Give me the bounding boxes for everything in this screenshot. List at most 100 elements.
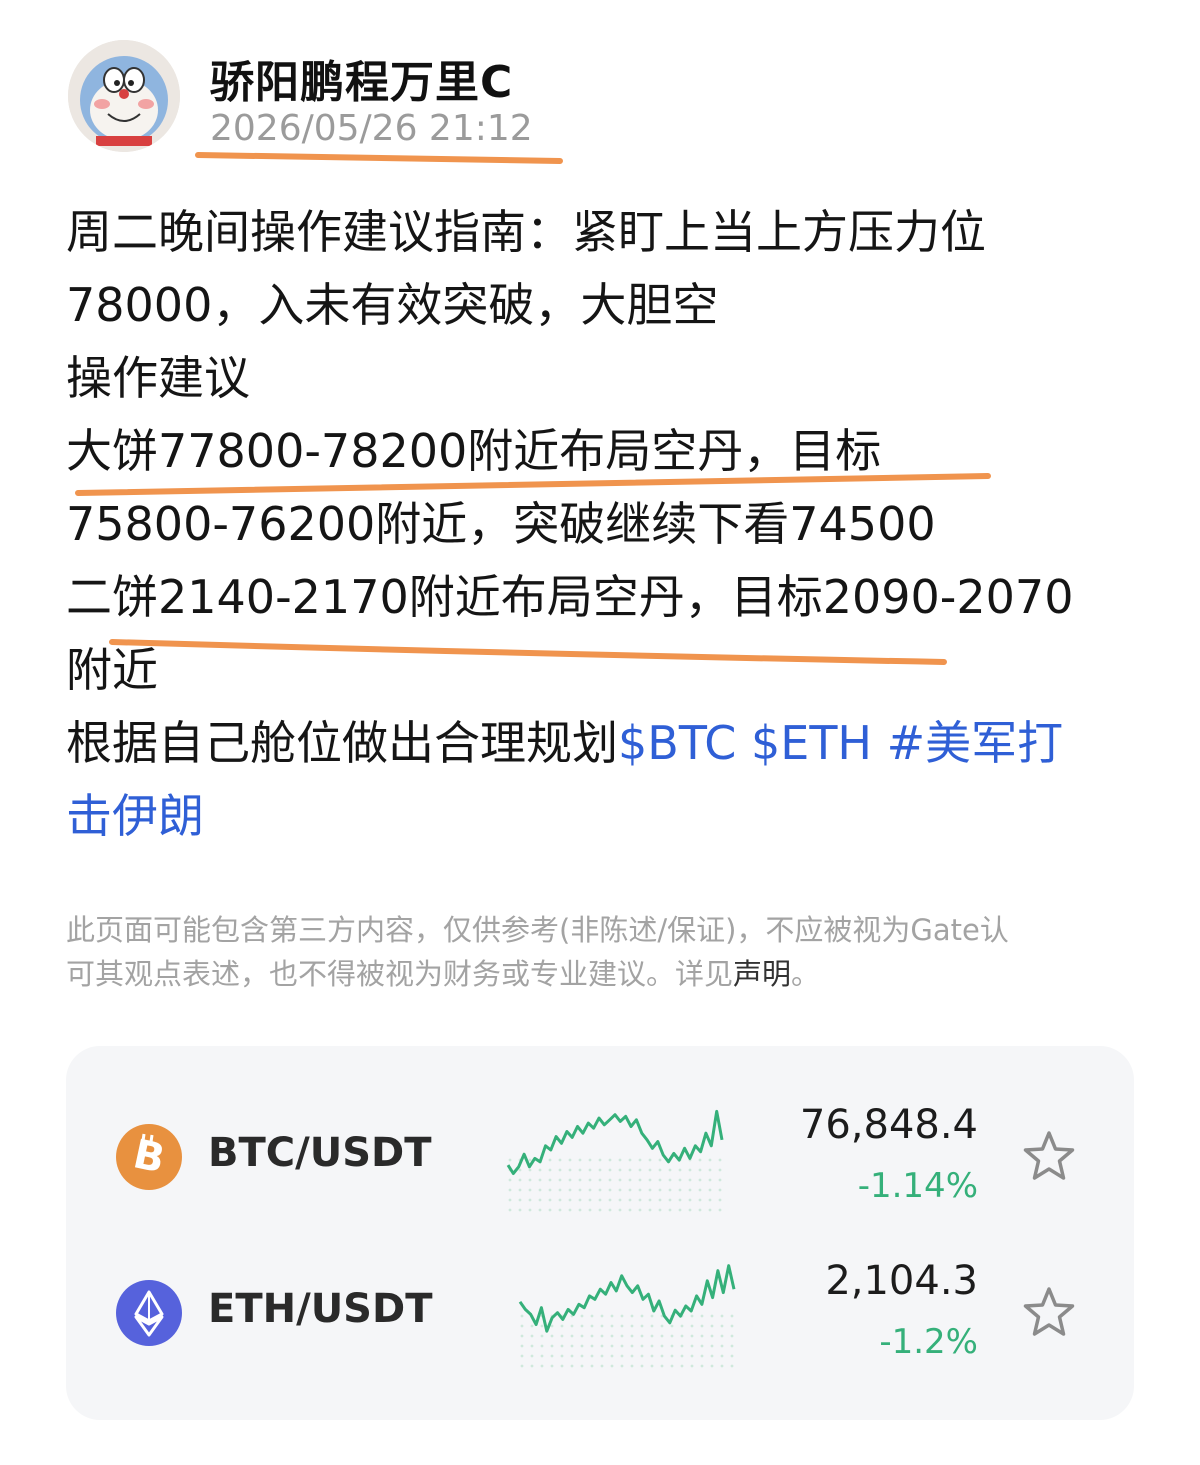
sparkline-fill-dot: [700, 1354, 704, 1358]
sparkline-fill-dot: [560, 1364, 564, 1368]
post-line: 二饼2140-2170附近布局空丹，目标2090-2070: [66, 570, 1074, 624]
sparkline-fill-dot: [718, 1158, 722, 1162]
sparkline-fill-dot: [528, 1208, 532, 1212]
sparkline-fill-dot: [530, 1354, 534, 1358]
sparkline-fill-dot: [560, 1334, 564, 1338]
sparkline-fill-dot: [590, 1364, 594, 1368]
sparkline-fill-dot: [598, 1158, 602, 1162]
sparkline-fill-dot: [660, 1354, 664, 1358]
sparkline-fill-dot: [650, 1314, 654, 1318]
sparkline-fill-dot: [608, 1208, 612, 1212]
sparkline-fill-dot: [688, 1178, 692, 1182]
sparkline-fill-dot: [550, 1324, 554, 1328]
sparkline-fill-dot: [618, 1208, 622, 1212]
sparkline-fill-dot: [568, 1168, 572, 1172]
sparkline-fill-dot: [710, 1324, 714, 1328]
sparkline-fill-dot: [698, 1208, 702, 1212]
sparkline-fill-dot: [718, 1188, 722, 1192]
tag-btc[interactable]: $BTC: [618, 716, 736, 770]
sparkline-fill-dot: [548, 1178, 552, 1182]
sparkline-fill-dot: [520, 1314, 524, 1318]
sparkline-fill-dot: [630, 1364, 634, 1368]
topic-tag-continued[interactable]: 击伊朗: [66, 780, 1136, 853]
sparkline-fill-dot: [540, 1334, 544, 1338]
sparkline-fill-dot: [640, 1314, 644, 1318]
sparkline-fill-dot: [700, 1324, 704, 1328]
sparkline-fill-dot: [648, 1208, 652, 1212]
sparkline-fill-dot: [648, 1158, 652, 1162]
post-line: 附近: [66, 643, 158, 697]
post-body: 周二晚间操作建议指南：紧盯上当上方压力位 78000，入未有效突破，大胆空 操作…: [66, 196, 1136, 853]
sparkline-fill-dot: [590, 1314, 594, 1318]
sparkline-fill-dot: [718, 1198, 722, 1202]
sparkline-fill-dot: [720, 1364, 724, 1368]
sparkline-fill-dot: [690, 1364, 694, 1368]
tag-eth[interactable]: $ETH: [751, 716, 872, 770]
star-outline-icon[interactable]: [1020, 1128, 1078, 1186]
sparkline-fill-dot: [630, 1324, 634, 1328]
sparkline-fill-dot: [678, 1198, 682, 1202]
sparkline-fill-dot: [578, 1208, 582, 1212]
market-card: B BTC/USDT 76,848.4 -1.14% ETH/USDT 2,10…: [66, 1046, 1134, 1420]
sparkline-fill-dot: [720, 1344, 724, 1348]
market-row-eth[interactable]: ETH/USDT 2,104.3 -1.2%: [66, 1238, 1134, 1388]
sparkline-fill-dot: [710, 1314, 714, 1318]
sparkline-fill-dot: [650, 1344, 654, 1348]
sparkline-fill-dot: [578, 1198, 582, 1202]
sparkline-fill-dot: [690, 1354, 694, 1358]
sparkline-fill-dot: [540, 1344, 544, 1348]
post-line: 周二晚间操作建议指南：紧盯上当上方压力位: [66, 205, 986, 259]
market-row-btc[interactable]: B BTC/USDT 76,848.4 -1.14%: [66, 1082, 1134, 1232]
sparkline-fill-dot: [528, 1178, 532, 1182]
sparkline-fill-dot: [588, 1178, 592, 1182]
disclaimer-link[interactable]: 声明: [733, 957, 791, 991]
sparkline-fill-dot: [690, 1334, 694, 1338]
sparkline-fill-dot: [670, 1334, 674, 1338]
sparkline-fill-dot: [618, 1158, 622, 1162]
sparkline-fill-dot: [650, 1334, 654, 1338]
sparkline-fill-dot: [708, 1198, 712, 1202]
sparkline-line: [518, 1264, 736, 1333]
sparkline-fill-dot: [508, 1208, 512, 1212]
sparkline-fill-dot: [518, 1208, 522, 1212]
sparkline-fill-dot: [548, 1198, 552, 1202]
sparkline-fill-dot: [628, 1178, 632, 1182]
post-timestamp: 2026/05/26 21:12: [210, 108, 533, 149]
star-outline-icon[interactable]: [1020, 1284, 1078, 1342]
sparkline-fill-dot: [528, 1198, 532, 1202]
sparkline-fill-dot: [618, 1178, 622, 1182]
sparkline-fill-dot: [638, 1168, 642, 1172]
sparkline-fill-dot: [530, 1344, 534, 1348]
sparkline-fill-dot: [698, 1188, 702, 1192]
sparkline-fill-dot: [538, 1178, 542, 1182]
disclaimer: 此页面可能包含第三方内容，仅供参考(非陈述/保证)，不应被视为Gate认 可其观…: [66, 908, 1136, 996]
sparkline-fill-dot: [708, 1178, 712, 1182]
sparkline-fill-dot: [688, 1208, 692, 1212]
sparkline-fill-dot: [710, 1344, 714, 1348]
sparkline-fill-dot: [680, 1344, 684, 1348]
pair-label: BTC/USDT: [208, 1130, 432, 1176]
ethereum-icon: [116, 1280, 182, 1346]
price-change: -1.2%: [879, 1322, 978, 1362]
sparkline-fill-dot: [560, 1354, 564, 1358]
sparkline-fill-dot: [570, 1334, 574, 1338]
price-change: -1.14%: [857, 1166, 978, 1206]
disclaimer-line: 此页面可能包含第三方内容，仅供参考(非陈述/保证)，不应被视为Gate认: [66, 913, 1009, 947]
author-name[interactable]: 骄阳鹏程万里C: [210, 46, 513, 110]
sparkline-fill-dot: [620, 1324, 624, 1328]
avatar[interactable]: [68, 40, 180, 152]
sparkline-fill-dot: [570, 1364, 574, 1368]
post-line: 操作建议: [66, 351, 250, 405]
sparkline-fill-dot: [568, 1208, 572, 1212]
sparkline-fill-dot: [518, 1198, 522, 1202]
sparkline-fill-dot: [520, 1334, 524, 1338]
sparkline-fill-dot: [598, 1178, 602, 1182]
sparkline-fill-dot: [640, 1324, 644, 1328]
sparkline-fill-dot: [700, 1334, 704, 1338]
sparkline-line: [506, 1109, 724, 1175]
sparkline-fill-dot: [538, 1168, 542, 1172]
sparkline-fill-dot: [568, 1178, 572, 1182]
topic-tag[interactable]: #美军打: [887, 716, 1064, 770]
sparkline-fill-dot: [548, 1188, 552, 1192]
sparkline-fill-dot: [578, 1188, 582, 1192]
